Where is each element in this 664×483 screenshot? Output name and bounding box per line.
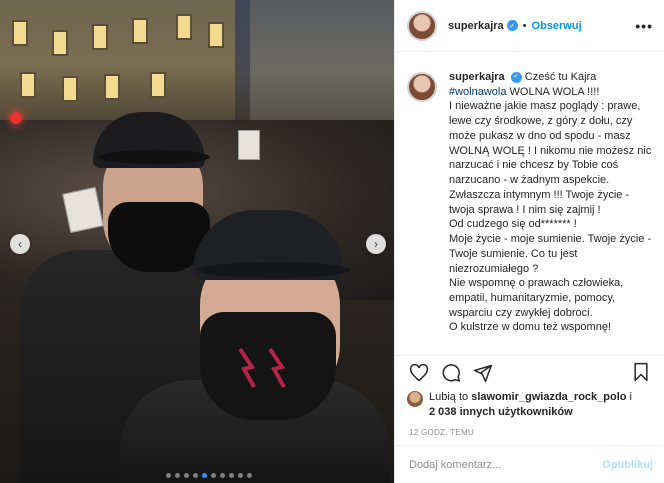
carousel-prev-button[interactable]: ‹ bbox=[10, 234, 30, 254]
window bbox=[208, 22, 224, 48]
carousel-dot bbox=[247, 473, 252, 478]
carousel-next-button[interactable]: › bbox=[366, 234, 386, 254]
header-separator: • bbox=[522, 19, 527, 32]
publish-button[interactable]: Opublikuj bbox=[602, 459, 653, 471]
window bbox=[132, 18, 148, 44]
caption-body: superkajra ✓ Cześć tu Kajra #wolnawola W… bbox=[449, 70, 655, 350]
comment-icon[interactable] bbox=[441, 363, 461, 383]
post-actions bbox=[395, 355, 664, 389]
lightning-bolt-icon bbox=[238, 347, 286, 388]
avatar[interactable] bbox=[407, 10, 437, 41]
protest-sign bbox=[238, 130, 260, 160]
carousel-dot bbox=[175, 473, 180, 478]
verified-badge-icon: ✓ bbox=[510, 71, 522, 83]
window bbox=[52, 30, 68, 56]
caption-username[interactable]: superkajra bbox=[449, 71, 505, 83]
caption-hashtag[interactable]: #wolnawola bbox=[449, 86, 506, 98]
likes-summary: Lubią to slawomir_gwiazda_rock_polo i 2 … bbox=[407, 390, 657, 419]
header-username[interactable]: superkajra bbox=[448, 20, 504, 32]
post-photo[interactable]: ‹ › bbox=[0, 0, 394, 483]
carousel-dot bbox=[193, 473, 198, 478]
liker-username[interactable]: slawomir_gwiazda_rock_polo bbox=[471, 391, 626, 403]
window bbox=[62, 76, 78, 102]
carousel-dot bbox=[229, 473, 234, 478]
scaffold-building bbox=[250, 0, 394, 140]
traffic-light bbox=[10, 112, 22, 124]
likes-middle: i bbox=[626, 391, 632, 403]
carousel-dot bbox=[211, 473, 216, 478]
lit-building bbox=[0, 0, 235, 130]
likes-count[interactable]: 2 038 innych użytkowników bbox=[429, 406, 573, 418]
window bbox=[92, 24, 108, 50]
comment-bar: Opublikuj bbox=[395, 445, 664, 483]
carousel-dot bbox=[166, 473, 171, 478]
post-sidebar: superkajra ✓ • Obserwuj ••• superkajra ✓… bbox=[394, 0, 664, 483]
post-caption: superkajra ✓ Cześć tu Kajra #wolnawola W… bbox=[395, 60, 664, 350]
caption-avatar[interactable] bbox=[407, 72, 437, 102]
likes-prefix: Lubią to bbox=[429, 391, 472, 403]
caption-greeting: Cześć tu Kajra bbox=[524, 71, 597, 83]
window bbox=[176, 14, 192, 40]
heart-icon[interactable] bbox=[409, 363, 429, 383]
bookmark-icon[interactable] bbox=[632, 362, 650, 382]
more-options-icon[interactable]: ••• bbox=[635, 18, 653, 34]
liker-avatar[interactable] bbox=[407, 391, 423, 407]
person-left-cap-brim bbox=[98, 150, 210, 164]
window bbox=[104, 74, 120, 100]
caption-text: WOLNA WOLA !!!! I nieważne jakie masz po… bbox=[449, 85, 652, 334]
carousel-indicator bbox=[166, 473, 252, 478]
comment-input[interactable] bbox=[409, 458, 603, 471]
carousel-dot bbox=[220, 473, 225, 478]
carousel-dot bbox=[238, 473, 243, 478]
share-icon[interactable] bbox=[473, 363, 493, 383]
follow-button[interactable]: Obserwuj bbox=[532, 20, 582, 32]
window bbox=[12, 20, 28, 46]
carousel-dot bbox=[202, 473, 207, 478]
window bbox=[20, 72, 36, 98]
verified-badge-icon: ✓ bbox=[506, 20, 518, 31]
post-header: superkajra ✓ • Obserwuj ••• bbox=[395, 0, 664, 52]
window bbox=[150, 72, 166, 98]
carousel-dot bbox=[184, 473, 189, 478]
person-right-cap-brim bbox=[198, 262, 350, 278]
post-timestamp[interactable]: 12 GODZ. TEMU bbox=[409, 428, 474, 437]
